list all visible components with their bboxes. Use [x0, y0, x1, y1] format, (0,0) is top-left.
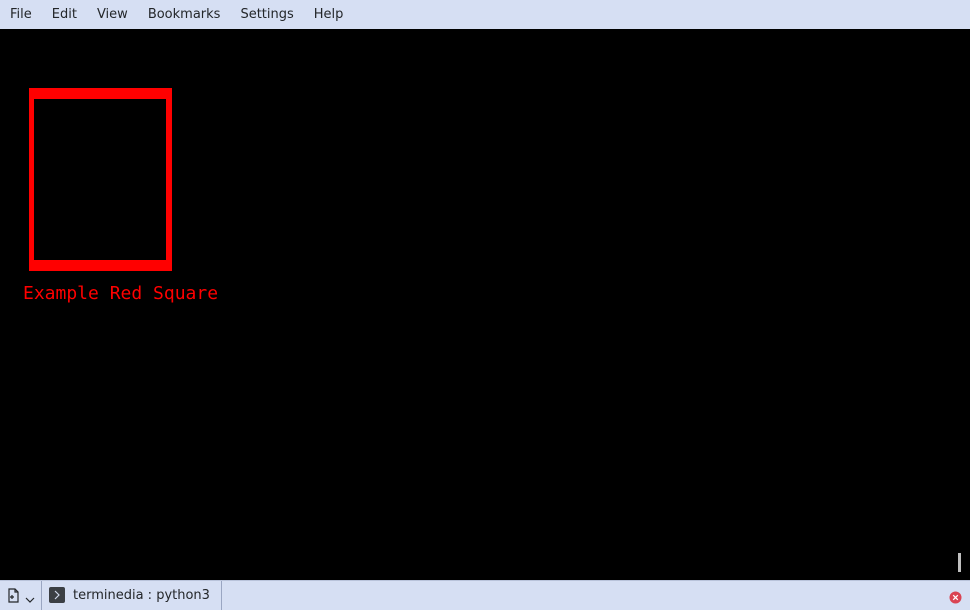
tab-terminedia[interactable]: terminedia : python3 — [41, 581, 222, 610]
menu-settings[interactable]: Settings — [230, 0, 303, 29]
close-icon — [949, 591, 962, 604]
terminal-display[interactable]: Example Red Square — [0, 29, 970, 580]
menu-view[interactable]: View — [87, 0, 138, 29]
red-square-shape — [29, 88, 172, 271]
terminal-icon — [49, 587, 65, 603]
menu-help[interactable]: Help — [304, 0, 354, 29]
new-tab-icon — [8, 588, 35, 603]
menu-bookmarks[interactable]: Bookmarks — [138, 0, 231, 29]
menu-file[interactable]: File — [0, 0, 42, 29]
menu-edit[interactable]: Edit — [42, 0, 87, 29]
tab-bar: terminedia : python3 — [0, 580, 970, 610]
new-tab-button[interactable] — [6, 587, 38, 605]
tab-label: terminedia : python3 — [73, 588, 210, 603]
scrollbar-handle[interactable] — [958, 553, 961, 572]
red-square-label: Example Red Square — [23, 283, 219, 304]
close-tab-button[interactable] — [949, 589, 962, 604]
konsole-window: File Edit View Bookmarks Settings Help E… — [0, 0, 970, 610]
menu-bar: File Edit View Bookmarks Settings Help — [0, 0, 970, 29]
